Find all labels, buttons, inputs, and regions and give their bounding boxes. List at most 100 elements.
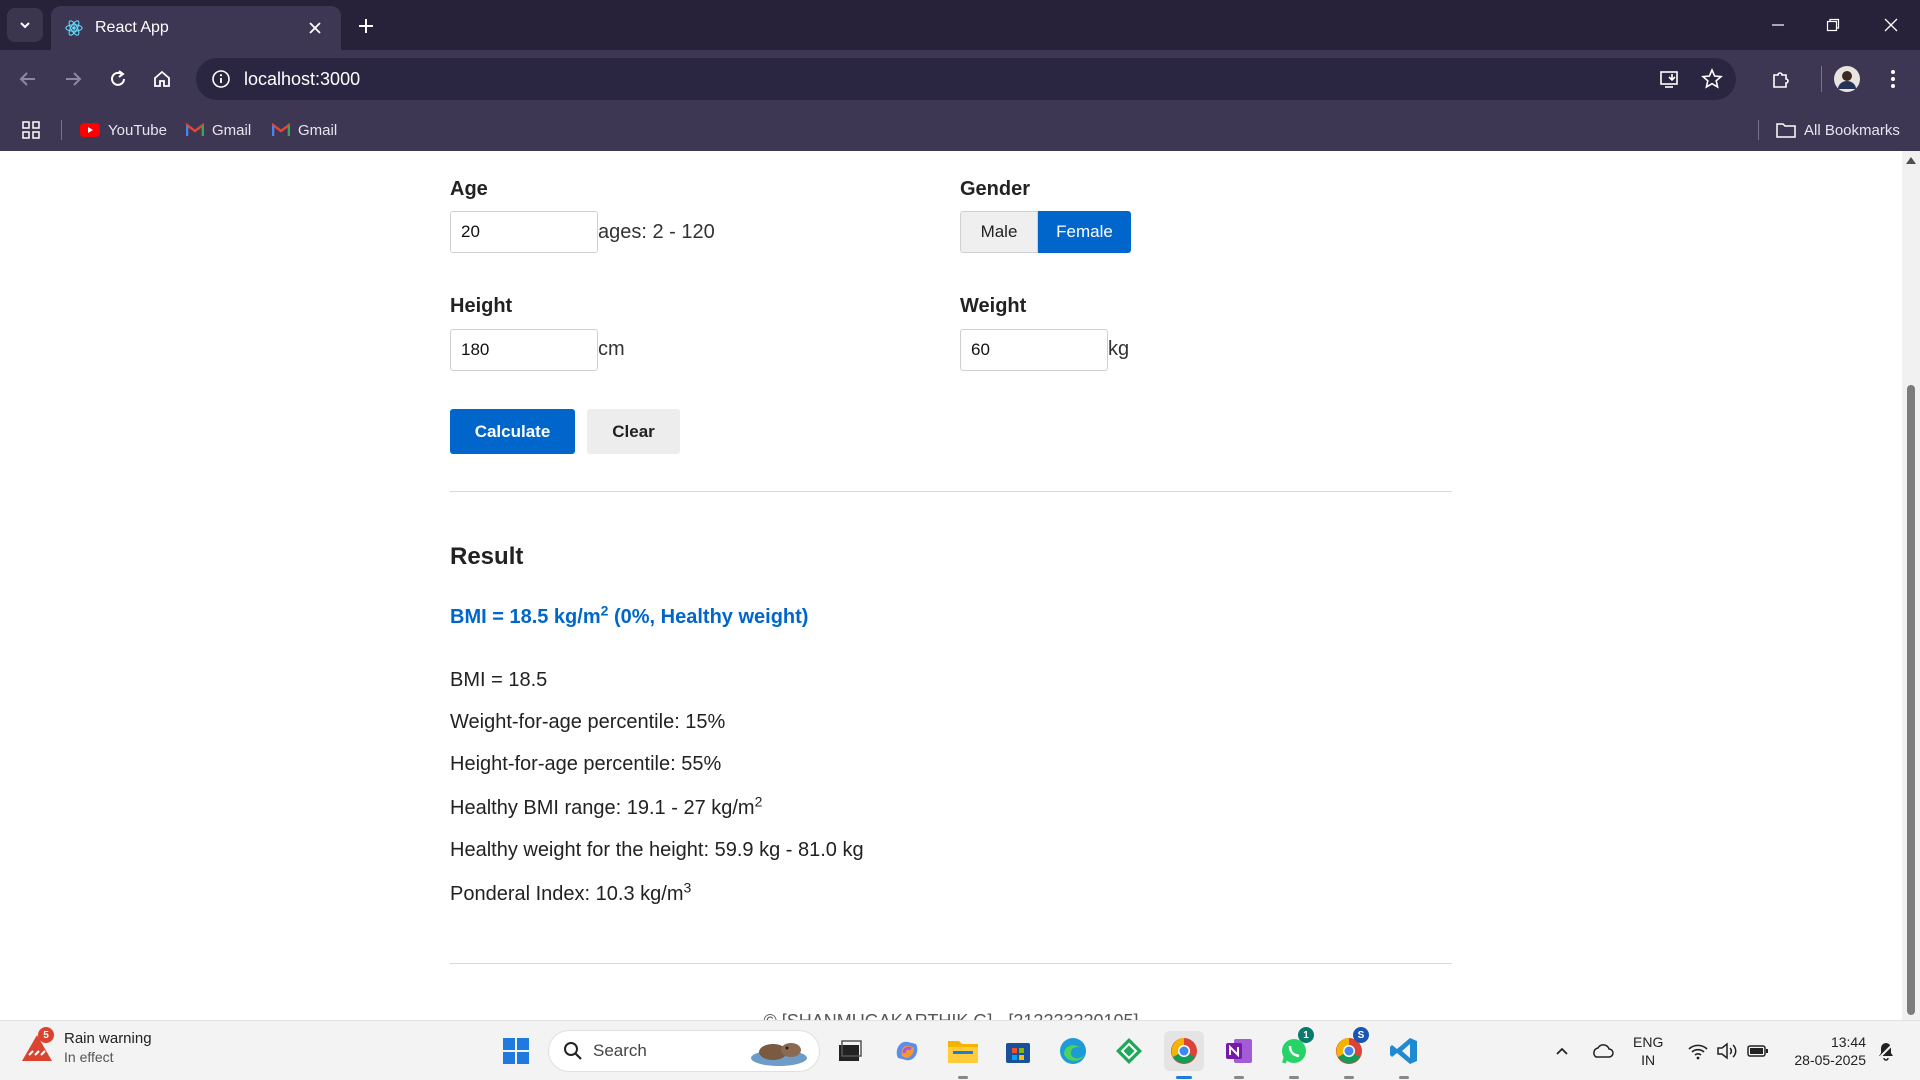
tab-react-app[interactable]: React App [51, 6, 341, 50]
gender-female-button[interactable]: Female [1038, 211, 1131, 253]
tab-strip: React App [0, 0, 1920, 50]
forward-arrow-icon [66, 72, 82, 86]
weight-percentile-line: Weight-for-age percentile: 15% [450, 711, 726, 733]
close-icon [1884, 18, 1898, 32]
healthy-bmi-range-exponent: 2 [754, 793, 763, 810]
taskbar-chrome-profile[interactable]: S [1329, 1027, 1369, 1079]
cloud-icon [1593, 1044, 1614, 1058]
browser-toolbar: localhost:3000 [0, 50, 1920, 108]
age-input[interactable] [450, 211, 598, 253]
store-icon [1006, 1043, 1030, 1063]
weight-input[interactable] [960, 329, 1108, 371]
battery-button[interactable] [1744, 1031, 1772, 1071]
address-bar[interactable]: localhost:3000 [196, 58, 1736, 100]
all-bookmarks-button[interactable]: All Bookmarks [1776, 117, 1900, 143]
windows-taskbar: 5 Rain warning In effect Search 1 S ENG … [0, 1020, 1920, 1080]
taskbar-app-green[interactable] [1109, 1031, 1149, 1071]
start-button[interactable] [496, 1031, 536, 1071]
height-input[interactable] [450, 329, 598, 371]
healthy-weight-line: Healthy weight for the height: 59.9 kg -… [450, 839, 864, 861]
home-icon [154, 70, 170, 87]
gender-male-button[interactable]: Male [960, 211, 1038, 253]
running-indicator [1399, 1076, 1409, 1079]
weather-widget[interactable]: 5 Rain warning In effect [20, 1027, 152, 1067]
site-info-icon[interactable] [206, 64, 236, 94]
taskbar-copilot[interactable] [887, 1031, 927, 1071]
reload-button[interactable] [103, 64, 133, 94]
taskbar-search[interactable]: Search [548, 1030, 820, 1072]
extensions-button[interactable] [1766, 64, 1796, 94]
minimize-icon [1772, 24, 1784, 26]
more-vertical-icon [1891, 70, 1895, 88]
youtube-icon [80, 123, 100, 137]
chrome-profile-badge: S [1353, 1027, 1369, 1043]
close-window-button[interactable] [1871, 10, 1911, 40]
language-indicator[interactable]: ENG IN [1633, 1033, 1663, 1069]
volume-button[interactable] [1714, 1031, 1740, 1071]
windows-logo-icon [503, 1038, 529, 1064]
plus-icon [359, 19, 373, 33]
running-indicator [1289, 1076, 1299, 1079]
back-button[interactable] [13, 64, 43, 94]
bookmark-star-icon[interactable] [1696, 63, 1728, 95]
taskbar-vscode[interactable] [1384, 1031, 1424, 1079]
bmi-line: BMI = 18.5 [450, 669, 548, 691]
apps-grid-icon [22, 121, 40, 139]
scroll-thumb[interactable] [1907, 385, 1915, 1015]
url-text[interactable]: localhost:3000 [244, 69, 360, 90]
running-indicator [1234, 1076, 1244, 1079]
vscode-icon [1390, 1038, 1417, 1064]
scroll-up-arrow-icon[interactable] [1906, 157, 1916, 164]
install-app-icon[interactable] [1654, 63, 1686, 95]
show-hidden-icons-button[interactable] [1550, 1031, 1574, 1071]
clear-button[interactable]: Clear [587, 409, 680, 454]
bookmarks-separator [1758, 120, 1759, 140]
calculate-button[interactable]: Calculate [450, 409, 575, 454]
taskbar-file-explorer[interactable] [943, 1031, 983, 1079]
new-tab-button[interactable] [352, 12, 380, 40]
taskbar-whatsapp[interactable]: 1 [1274, 1027, 1314, 1079]
task-view-icon [839, 1040, 862, 1061]
taskbar-onenote[interactable] [1219, 1031, 1259, 1079]
apps-button[interactable] [22, 117, 40, 143]
task-view-button[interactable] [830, 1031, 870, 1071]
diamond-app-icon [1116, 1038, 1142, 1064]
bookmarks-separator [61, 120, 62, 140]
chrome-icon [1171, 1038, 1197, 1064]
footer-copyright: © [SHANMUGAKARTHIK G] - [212223220105] [450, 1011, 1452, 1020]
bookmarks-bar: YouTube Gmail Gmail All Bookmarks [0, 108, 1920, 151]
page-scrollbar[interactable] [1902, 151, 1920, 1020]
notifications-button[interactable] [1874, 1031, 1898, 1071]
browser-menu-button[interactable] [1878, 64, 1908, 94]
avatar-icon [1834, 66, 1860, 92]
clock-date: 28-05-2025 [1794, 1052, 1866, 1068]
taskbar-microsoft-store[interactable] [998, 1031, 1038, 1071]
onedrive-button[interactable] [1588, 1031, 1616, 1071]
healthy-bmi-range-line: Healthy BMI range: 19.1 - 27 kg/m2 [450, 794, 762, 820]
gmail-icon [272, 123, 290, 137]
age-hint: ages: 2 - 120 [598, 221, 715, 243]
bmi-headline-category: (0%, Healthy weight) [608, 606, 809, 628]
minimize-button[interactable] [1758, 10, 1798, 40]
bookmark-gmail[interactable]: Gmail [186, 117, 251, 143]
taskbar-chrome[interactable] [1164, 1031, 1204, 1079]
bookmark-label: Gmail [212, 121, 252, 139]
folder-icon [1776, 122, 1796, 138]
wifi-button[interactable] [1684, 1031, 1712, 1071]
ponderal-index-text: Ponderal Index: 10.3 kg/m [450, 883, 684, 905]
tab-search-button[interactable] [7, 8, 43, 42]
home-button[interactable] [147, 64, 177, 94]
bookmark-youtube[interactable]: YouTube [80, 117, 167, 143]
search-label: Search [593, 1041, 647, 1060]
taskbar-edge[interactable] [1053, 1031, 1093, 1071]
copilot-icon [896, 1041, 918, 1061]
profile-avatar[interactable] [1832, 64, 1862, 94]
onenote-icon [1226, 1039, 1252, 1063]
edge-icon [1060, 1038, 1086, 1064]
close-tab-icon[interactable] [303, 16, 327, 40]
search-icon [564, 1042, 582, 1060]
bookmark-gmail-2[interactable]: Gmail [272, 117, 337, 143]
system-clock[interactable]: 13:44 28-05-2025 [1786, 1033, 1866, 1069]
restore-button[interactable] [1813, 10, 1853, 40]
forward-button[interactable] [58, 64, 88, 94]
